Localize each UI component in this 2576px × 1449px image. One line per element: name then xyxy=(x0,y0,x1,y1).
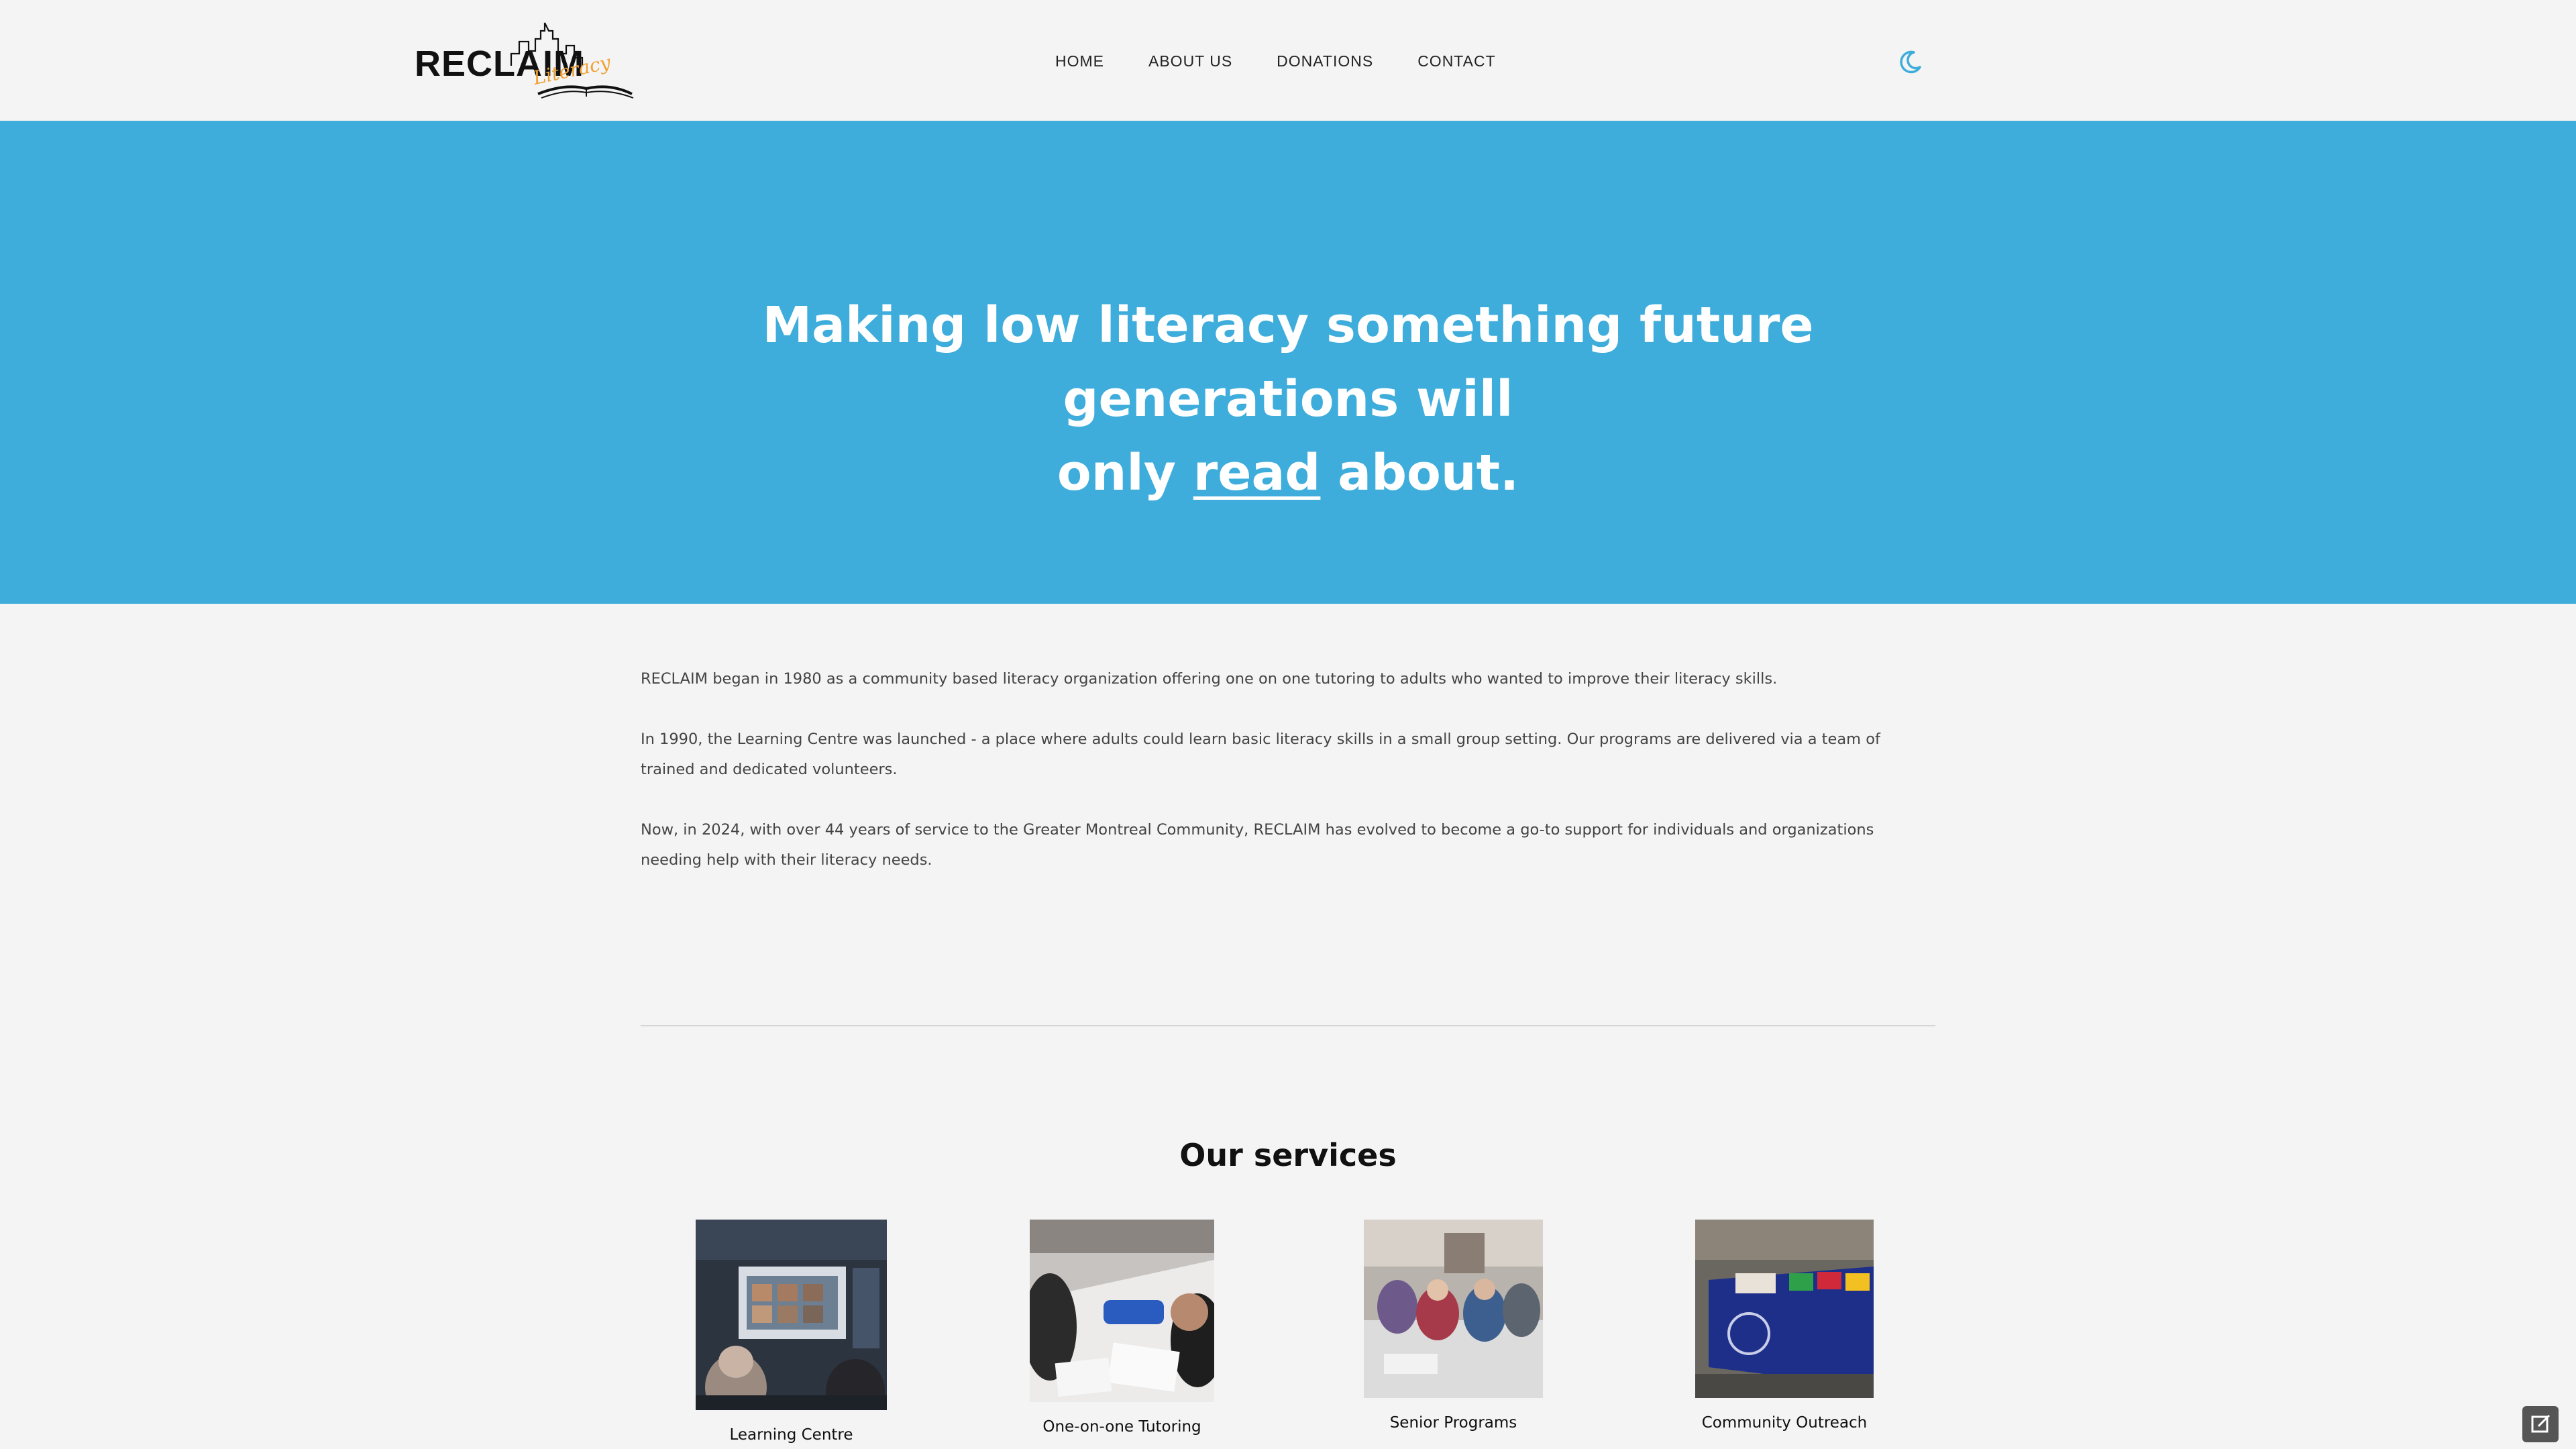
nav-home[interactable]: HOME xyxy=(1055,52,1104,70)
service-senior-programs[interactable]: Senior Programs xyxy=(1364,1220,1543,1432)
service-tutoring[interactable]: One-on-one Tutoring xyxy=(1030,1220,1214,1436)
community-outreach-photo xyxy=(1695,1220,1874,1398)
main-nav: HOME ABOUT US DONATIONS CONTACT xyxy=(1055,51,1496,71)
learning-centre-photo xyxy=(696,1220,887,1410)
about-paragraph: RECLAIM began in 1980 as a community bas… xyxy=(641,670,1778,688)
service-caption: Senior Programs xyxy=(1389,1414,1517,1432)
services-heading: Our services xyxy=(1179,1137,1397,1173)
hero-banner: Making low literacy something future gen… xyxy=(0,121,2576,604)
section-divider xyxy=(641,1025,1935,1026)
nav-contact[interactable]: CONTACT xyxy=(1417,52,1495,70)
moon-icon xyxy=(1900,50,1921,74)
tutoring-photo xyxy=(1030,1220,1214,1402)
hero-line-2-pre: only xyxy=(1057,444,1193,502)
hero-headline: Making low literacy something future gen… xyxy=(604,288,1972,510)
reclaim-literacy-logo[interactable]: RECLAIM Literacy xyxy=(411,19,639,102)
service-caption: Learning Centre xyxy=(729,1426,853,1444)
hero-read-link[interactable]: read xyxy=(1193,444,1321,502)
about-paragraph: Now, in 2024, with over 44 years of serv… xyxy=(641,821,1874,869)
about-text: RECLAIM began in 1980 as a community bas… xyxy=(641,664,1935,906)
service-caption: One-on-one Tutoring xyxy=(1042,1418,1201,1436)
service-caption: Community Outreach xyxy=(1701,1414,1868,1432)
senior-programs-photo xyxy=(1364,1220,1543,1398)
hero-line-2-post: about. xyxy=(1320,444,1519,502)
nav-donations[interactable]: DONATIONS xyxy=(1277,52,1373,70)
about-paragraph: In 1990, the Learning Centre was launche… xyxy=(641,731,1880,778)
hero-line-1: Making low literacy something future gen… xyxy=(762,297,1814,428)
nav-about-us[interactable]: ABOUT US xyxy=(1148,52,1232,70)
edit-icon xyxy=(2531,1414,2551,1433)
theme-toggle-button[interactable] xyxy=(1897,48,1924,75)
edit-button[interactable] xyxy=(2522,1406,2559,1442)
site-header: RECLAIM Literacy HOME ABOUT US DONATIONS… xyxy=(0,0,2576,121)
service-learning-centre[interactable]: Learning Centre xyxy=(696,1220,887,1444)
service-community-outreach[interactable]: Community Outreach xyxy=(1695,1220,1874,1432)
